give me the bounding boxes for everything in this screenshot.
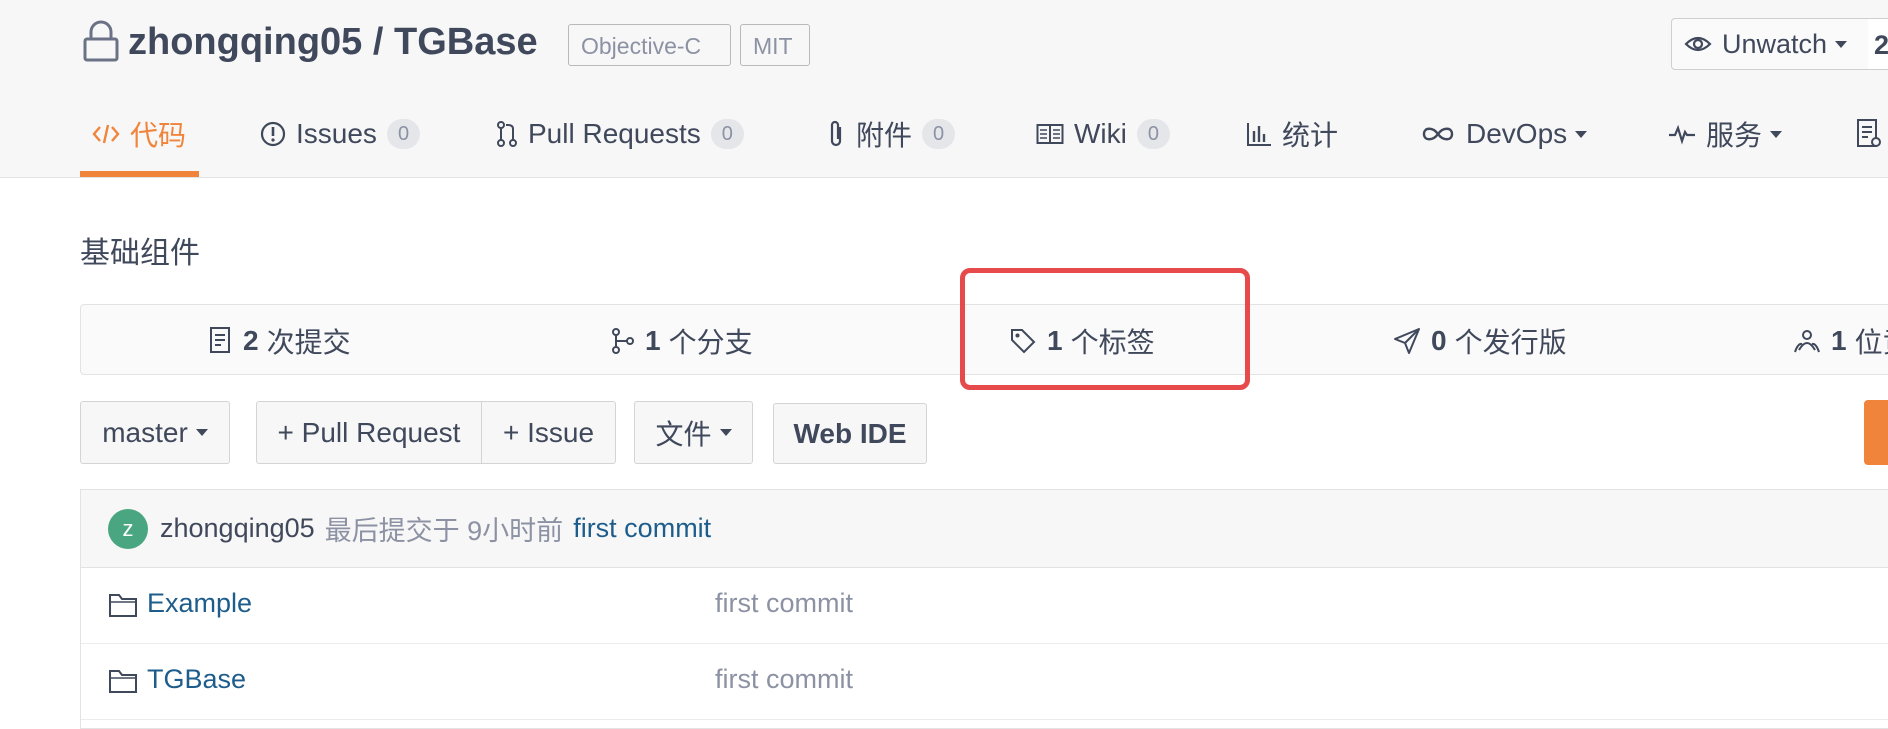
tags-highlight-box xyxy=(960,268,1250,390)
wiki-count-badge: 0 xyxy=(1136,119,1170,149)
commit-author[interactable]: zhongqing05 xyxy=(160,513,315,544)
tab-wiki-label: Wiki xyxy=(1074,118,1127,149)
tab-code-label: 代码 xyxy=(130,120,187,151)
folder-icon xyxy=(109,594,137,617)
chevron-down-icon xyxy=(1835,40,1848,48)
stat-releases[interactable]: 0 个发行版 xyxy=(1393,305,1567,376)
branch-icon xyxy=(612,327,634,354)
attachments-count-badge: 0 xyxy=(922,119,956,149)
pull-requests-count-badge: 0 xyxy=(710,119,744,149)
pulse-icon xyxy=(1669,124,1695,145)
tab-issues-label: Issues xyxy=(296,118,377,149)
file-menu-label: 文件 xyxy=(655,418,712,450)
tab-devops-label: DevOps xyxy=(1466,118,1568,149)
tab-services-label: 服务 xyxy=(1706,120,1763,151)
infinity-icon xyxy=(1422,127,1454,141)
tab-devops[interactable]: DevOps xyxy=(1420,108,1588,160)
contributors-count: 1 xyxy=(1831,324,1847,356)
stat-commits[interactable]: 2 次提交 xyxy=(209,305,351,376)
tab-issues[interactable]: Issues 0 xyxy=(260,108,421,160)
commits-icon xyxy=(210,326,230,353)
release-icon xyxy=(1394,327,1420,354)
tab-code[interactable]: 代码 xyxy=(92,108,186,160)
releases-count: 0 xyxy=(1431,324,1447,356)
chevron-down-icon xyxy=(1575,130,1588,138)
stat-contributors[interactable]: 1 位贡 xyxy=(1793,305,1888,376)
file-menu-button[interactable]: 文件 xyxy=(634,401,753,464)
folder-icon xyxy=(109,670,137,693)
tab-attachments[interactable]: 附件 0 xyxy=(828,108,956,160)
language-badge[interactable]: Objective-C xyxy=(568,24,731,66)
chevron-down-icon xyxy=(195,429,208,436)
issues-count-badge: 0 xyxy=(386,119,421,149)
file-commit-message[interactable]: first commit xyxy=(715,664,853,695)
contributors-label: 位贡 xyxy=(1854,326,1888,358)
commit-time: 最后提交于 9小时前 xyxy=(324,516,564,546)
repo-description: 基础组件 xyxy=(80,237,200,270)
chevron-down-icon xyxy=(1770,130,1783,138)
eye-icon xyxy=(1684,36,1712,52)
repo-title[interactable]: zhongqing05 / TGBase xyxy=(128,18,538,66)
bar-chart-icon xyxy=(1247,123,1271,146)
tab-pull-requests[interactable]: Pull Requests 0 xyxy=(496,108,744,160)
tab-pull-requests-label: Pull Requests xyxy=(528,118,701,149)
last-commit-header: z zhongqing05 最后提交于 9小时前 first commit xyxy=(81,490,1888,568)
stat-branches[interactable]: 1 个分支 xyxy=(611,305,753,376)
license-badge[interactable]: MIT xyxy=(740,24,810,66)
clone-download-button[interactable] xyxy=(1864,400,1888,465)
paperclip-icon xyxy=(830,120,842,147)
pull-request-icon xyxy=(497,121,517,147)
releases-label: 个发行版 xyxy=(1454,326,1567,358)
watch-count[interactable]: 2 xyxy=(1868,18,1888,70)
new-pull-request-button[interactable]: + Pull Request xyxy=(256,401,482,464)
tab-statistics-label: 统计 xyxy=(1282,120,1339,151)
contributors-icon xyxy=(1794,329,1820,352)
unwatch-button[interactable]: Unwatch xyxy=(1671,18,1869,70)
commit-message-link[interactable]: first commit xyxy=(573,513,711,544)
tab-services[interactable]: 服务 xyxy=(1668,108,1783,160)
file-name-link[interactable]: TGBase xyxy=(147,664,246,695)
tab-attachments-label: 附件 xyxy=(856,120,913,151)
chevron-down-icon xyxy=(719,429,732,436)
avatar[interactable]: z xyxy=(108,508,148,549)
active-tab-indicator xyxy=(80,171,199,177)
file-row[interactable]: TGBase first commit xyxy=(81,644,1888,720)
unwatch-label: Unwatch xyxy=(1722,28,1828,59)
commits-count: 2 xyxy=(243,324,259,356)
code-icon xyxy=(92,124,120,144)
document-settings-icon[interactable] xyxy=(1856,118,1882,150)
file-name-link[interactable]: Example xyxy=(147,588,252,619)
new-issue-button[interactable]: + Issue xyxy=(481,401,616,464)
lock-icon xyxy=(83,20,119,62)
issues-icon xyxy=(260,121,286,147)
file-row[interactable]: Example first commit xyxy=(81,568,1888,644)
tab-wiki[interactable]: Wiki 0 xyxy=(1036,108,1170,160)
file-commit-message[interactable]: first commit xyxy=(715,588,853,619)
file-list-panel: z zhongqing05 最后提交于 9小时前 first commit Ex… xyxy=(80,489,1888,729)
branch-select[interactable]: master xyxy=(80,401,230,464)
commits-label: 次提交 xyxy=(266,326,351,358)
book-icon xyxy=(1036,124,1064,144)
branches-label: 个分支 xyxy=(668,326,753,358)
web-ide-button[interactable]: Web IDE xyxy=(773,403,927,464)
branches-count: 1 xyxy=(645,324,661,356)
tab-statistics[interactable]: 统计 xyxy=(1246,108,1338,160)
branch-select-label: master xyxy=(102,416,188,448)
